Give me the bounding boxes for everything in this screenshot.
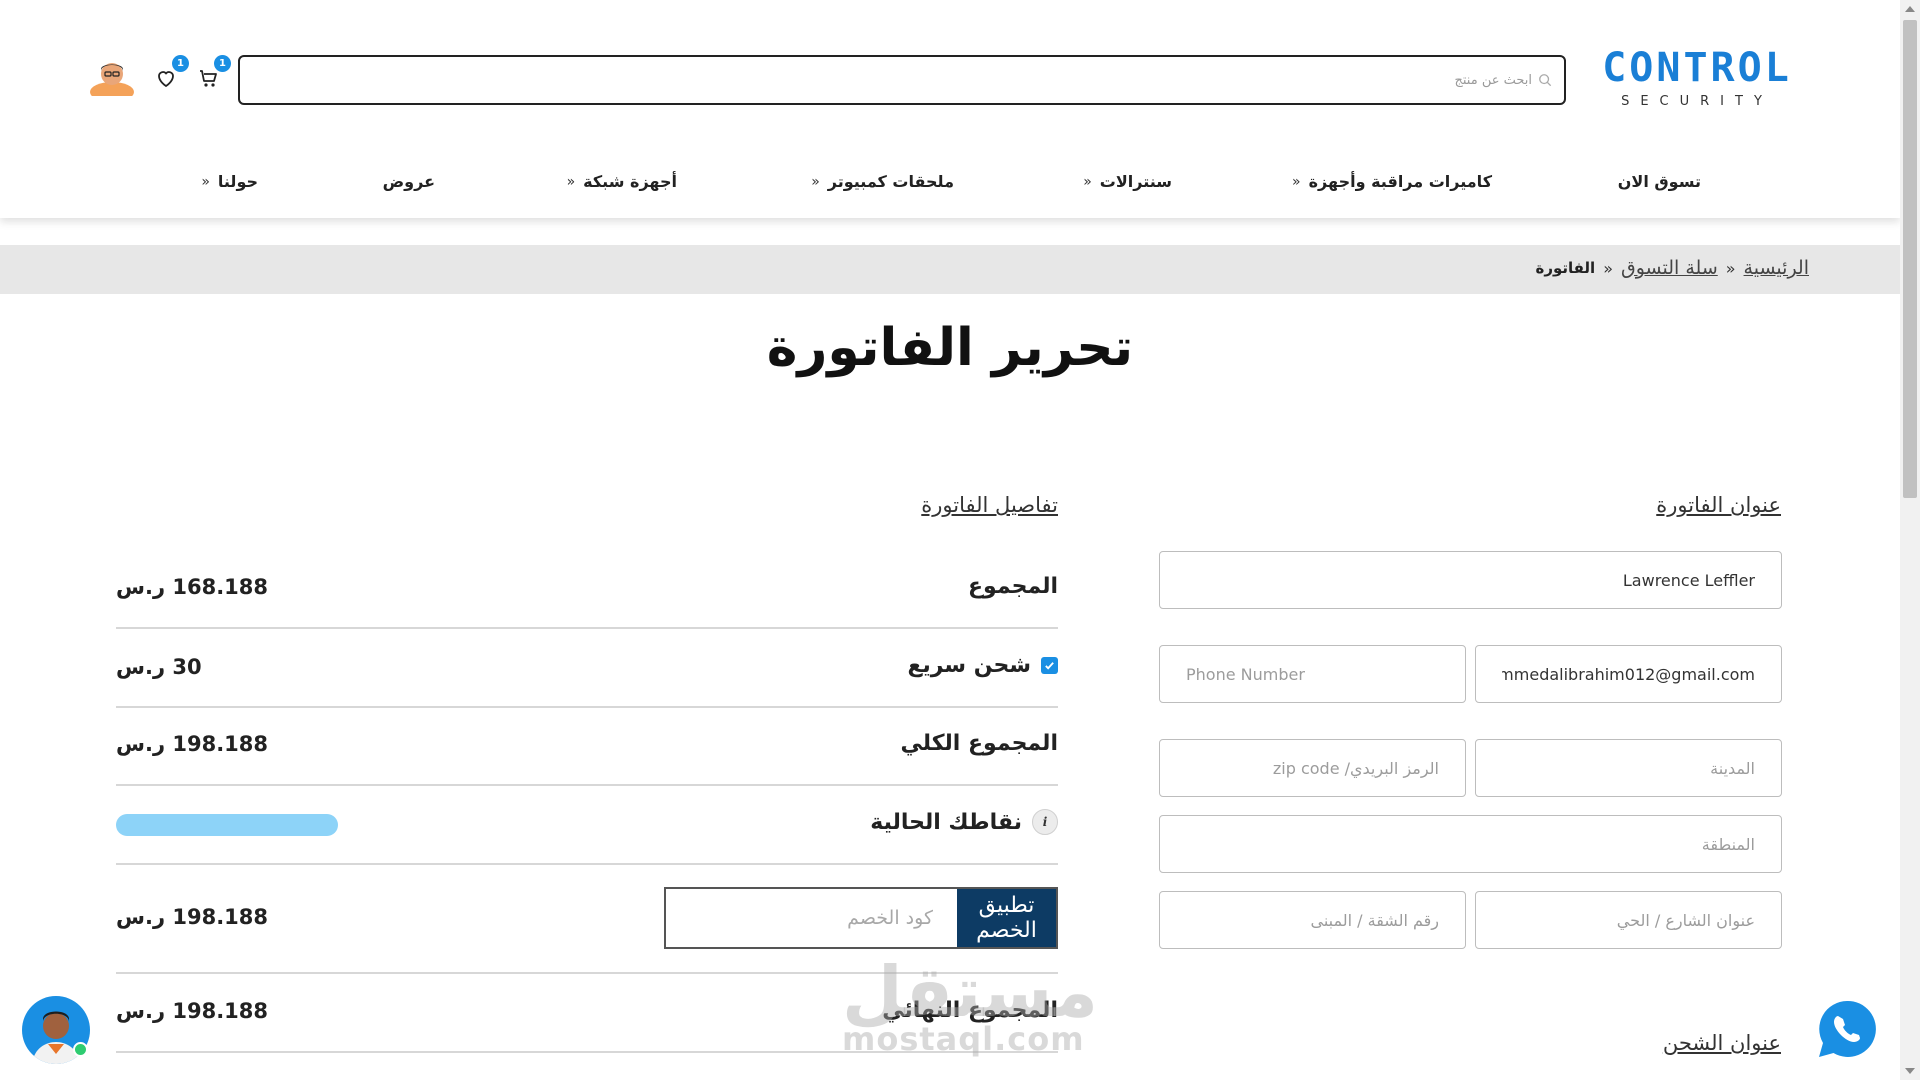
scroll-down-arrow[interactable] — [1905, 1068, 1915, 1074]
nav-item-computer-accessories[interactable]: ملحقات كمبيوتر « — [811, 172, 954, 191]
street-field — [1475, 891, 1782, 949]
fast-shipping-label: شحن سريع — [907, 653, 1031, 678]
logo-sub-text: SECURITY — [1621, 94, 1773, 109]
chevron-left-icon: « — [566, 173, 576, 190]
breadcrumb-separator: « — [1603, 258, 1613, 278]
wishlist-button[interactable]: 1 — [151, 55, 189, 93]
divider — [116, 627, 1058, 629]
fast-shipping-checkbox[interactable] — [1041, 657, 1058, 674]
street-input[interactable] — [1476, 892, 1781, 948]
search-icon[interactable] — [1538, 73, 1552, 87]
subtotal-label: المجموع — [968, 574, 1058, 599]
final-total-label: المجموع النهائي — [882, 998, 1058, 1023]
shipping-heading: عنوان الشحن — [1662, 1031, 1781, 1055]
city-field — [1475, 739, 1782, 797]
zip-input[interactable] — [1160, 740, 1465, 796]
nav-item-cameras[interactable]: كاميرات مراقبة وأجهزة « — [1292, 172, 1492, 191]
nav-label: ملحقات كمبيوتر — [827, 172, 954, 191]
phone-input[interactable] — [1160, 646, 1465, 702]
nav-item-offers[interactable]: عروض — [383, 172, 435, 191]
nav-label: حولنا — [217, 172, 258, 191]
nav-label: عروض — [382, 172, 435, 191]
points-row: i نقاطك الحالية — [870, 809, 1058, 835]
summary-heading: تفاصيل الفاتورة — [921, 493, 1058, 517]
coupon-input[interactable] — [666, 889, 957, 947]
chevron-left-icon: « — [201, 173, 210, 190]
apartment-field — [1159, 891, 1466, 949]
name-field — [1159, 551, 1782, 609]
zip-field — [1159, 739, 1466, 797]
breadcrumb-current: الفاتورة — [1535, 259, 1596, 277]
total-label: المجموع الكلي — [901, 731, 1058, 756]
phone-field — [1159, 645, 1466, 703]
points-label: نقاطك الحالية — [870, 809, 1022, 835]
fast-shipping-row: شحن سريع — [907, 653, 1058, 678]
cart-count-badge: 1 — [214, 55, 231, 72]
check-icon — [1045, 662, 1054, 670]
breadcrumb: الرئيسية « سلة التسوق « الفاتورة — [1535, 257, 1809, 279]
whatsapp-icon — [1819, 1000, 1876, 1057]
site-logo[interactable]: CONTROL SECURITY — [1592, 46, 1802, 109]
chevron-left-icon: « — [1083, 173, 1092, 190]
city-input[interactable] — [1476, 740, 1781, 796]
nav-item-about[interactable]: حولنا « — [201, 172, 258, 191]
region-input[interactable] — [1160, 816, 1781, 872]
nav-label: أجهزة شبكة — [583, 172, 677, 191]
divider — [116, 706, 1058, 708]
online-status-dot — [73, 1042, 88, 1057]
main-nav: تسوق الان كاميرات مراقبة وأجهزة « سنترال… — [0, 172, 1900, 208]
scroll-thumb[interactable] — [1903, 20, 1917, 498]
nav-item-network-devices[interactable]: أجهزة شبكة « — [567, 172, 677, 191]
fast-shipping-value: 30 ر.س — [116, 655, 202, 679]
name-input[interactable] — [1160, 552, 1781, 608]
email-field — [1475, 645, 1782, 703]
scroll-up-arrow[interactable] — [1905, 6, 1915, 12]
nav-item-shop-now[interactable]: تسوق الان — [1618, 172, 1701, 191]
logo-main-text: CONTROL — [1602, 45, 1792, 91]
final-total-value: 198.188 ر.س — [116, 999, 269, 1023]
breadcrumb-cart-link[interactable]: سلة التسوق — [1621, 257, 1718, 279]
divider — [116, 784, 1058, 786]
chevron-left-icon: « — [1292, 173, 1301, 190]
wishlist-count-badge: 1 — [172, 55, 189, 72]
search-box — [238, 55, 1566, 105]
info-icon[interactable]: i — [1032, 809, 1058, 835]
nav-item-pbx[interactable]: سنترالات « — [1083, 172, 1172, 191]
email-input[interactable] — [1476, 646, 1781, 702]
total-label-text: المجموع الكلي — [900, 731, 1058, 756]
after-coupon-value: 198.188 ر.س — [116, 905, 269, 929]
nav-label: تسوق الان — [1617, 172, 1701, 191]
cart-button[interactable]: 1 — [193, 55, 231, 93]
divider — [116, 1051, 1058, 1053]
divider — [116, 863, 1058, 865]
breadcrumb-separator: « — [1725, 258, 1736, 278]
search-input[interactable] — [240, 57, 1532, 103]
user-avatar[interactable] — [88, 56, 136, 102]
divider — [116, 972, 1058, 974]
coupon-form: تطبيق الخصم — [664, 887, 1058, 949]
points-bar — [116, 814, 338, 836]
nav-label: سنترالات — [1099, 172, 1172, 191]
whatsapp-button[interactable] — [1816, 998, 1878, 1060]
breadcrumb-home-link[interactable]: الرئيسية — [1744, 257, 1809, 279]
final-total-label-text: المجموع النهائي — [882, 998, 1058, 1023]
region-field — [1159, 815, 1782, 873]
subtotal-label-text: المجموع — [968, 574, 1058, 599]
total-value: 198.188 ر.س — [116, 732, 269, 756]
subtotal-value: 168.188 ر.س — [116, 575, 269, 599]
user-avatar-icon — [90, 63, 134, 102]
apartment-input[interactable] — [1160, 892, 1465, 948]
page-scrollbar[interactable] — [1900, 0, 1920, 1080]
nav-label: كاميرات مراقبة وأجهزة — [1308, 172, 1492, 191]
billing-heading: عنوان الفاتورة — [1656, 493, 1781, 517]
site-header: CONTROL SECURITY 1 1 — [0, 0, 1900, 218]
apply-coupon-button[interactable]: تطبيق الخصم — [957, 889, 1056, 947]
chevron-left-icon: « — [811, 173, 820, 190]
checkout-page: CONTROL SECURITY 1 1 — [0, 0, 1900, 1080]
